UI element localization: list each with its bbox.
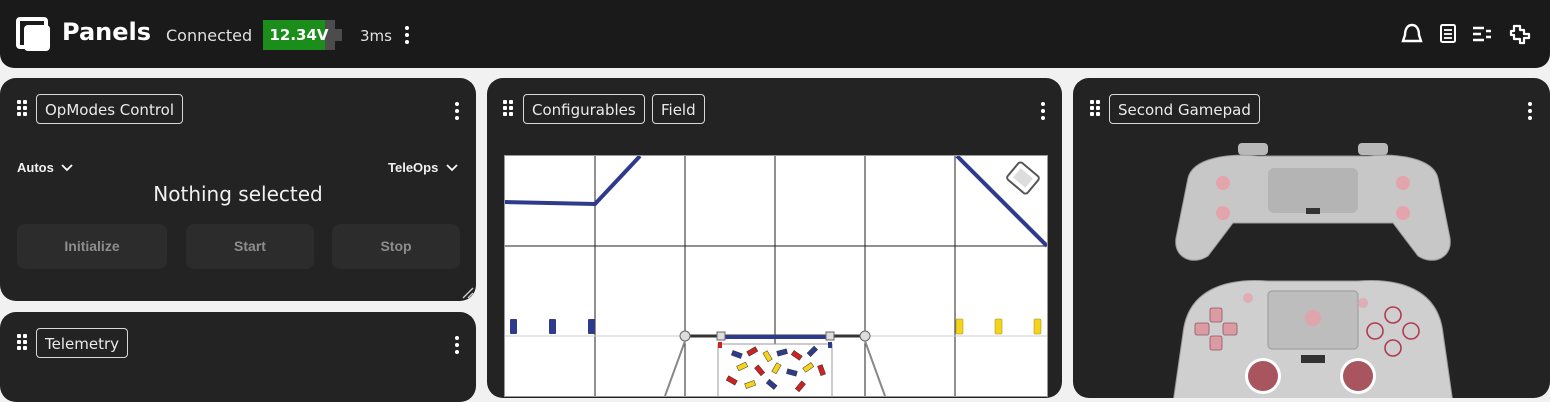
telemetry-panel: Telemetry	[0, 312, 476, 402]
panel-menu-button[interactable]	[1041, 102, 1045, 120]
battery-voltage: 12.34V	[269, 26, 329, 44]
resize-handle-icon[interactable]	[460, 285, 474, 299]
drag-handle-icon[interactable]	[503, 100, 513, 116]
plugin-icon[interactable]	[1508, 22, 1532, 46]
tab-configurables[interactable]: Configurables	[523, 94, 645, 124]
tab-field[interactable]: Field	[652, 94, 705, 124]
chevron-down-icon	[61, 164, 74, 172]
tab-telemetry[interactable]: Telemetry	[36, 328, 129, 358]
gamepad-top-view	[1175, 143, 1451, 261]
latency-readout: 3ms	[360, 27, 392, 45]
panel-menu-button[interactable]	[455, 336, 459, 354]
bell-icon[interactable]	[1400, 22, 1424, 46]
top-bar: Panels Connected 12.34V 3ms	[0, 0, 1550, 68]
initialize-button[interactable]: Initialize	[17, 224, 167, 269]
stop-button[interactable]: Stop	[332, 224, 460, 269]
battery-indicator: 12.34V	[263, 20, 342, 50]
teleops-dropdown[interactable]: TeleOps	[388, 160, 458, 175]
chevron-down-icon	[446, 164, 458, 172]
panel-menu-button[interactable]	[455, 102, 459, 120]
autos-dropdown[interactable]: Autos	[17, 160, 74, 175]
tab-opmodes-control[interactable]: OpModes Control	[36, 94, 184, 124]
app-title: Panels	[62, 18, 152, 46]
teleops-label: TeleOps	[388, 160, 439, 175]
drag-handle-icon[interactable]	[17, 334, 27, 350]
autos-label: Autos	[17, 160, 54, 175]
document-icon[interactable]	[1436, 22, 1460, 46]
selection-status: Nothing selected	[153, 182, 323, 206]
gamepad-front-view	[1173, 280, 1453, 398]
gamepad-panel: Second Gamepad	[1073, 78, 1550, 398]
panel-menu-button[interactable]	[1528, 102, 1532, 120]
connection-status: Connected	[166, 26, 253, 45]
drag-handle-icon[interactable]	[1090, 100, 1100, 116]
opmodes-panel: OpModes Control Autos TeleOps Nothing se…	[0, 78, 476, 301]
list-icon[interactable]	[1470, 22, 1494, 46]
field-view[interactable]	[504, 155, 1048, 397]
start-button[interactable]: Start	[186, 224, 314, 269]
top-menu-button[interactable]	[405, 26, 409, 44]
drag-handle-icon[interactable]	[17, 100, 27, 116]
panels-logo-icon	[16, 17, 50, 51]
tab-second-gamepad[interactable]: Second Gamepad	[1109, 94, 1260, 124]
